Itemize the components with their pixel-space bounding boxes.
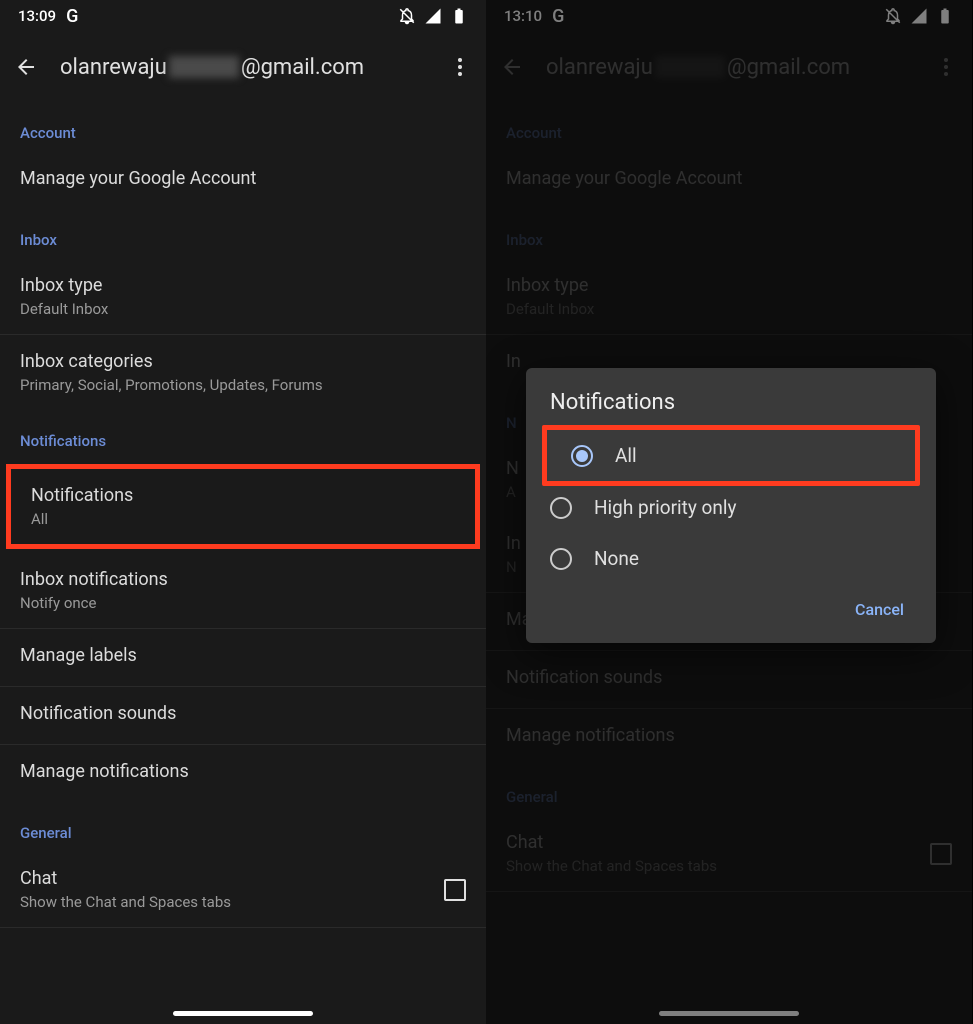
notifications-subtitle: All	[31, 510, 455, 528]
radio-icon[interactable]	[550, 497, 572, 519]
manage-account-label: Manage your Google Account	[20, 168, 466, 189]
inbox-notif-subtitle: Notify once	[20, 594, 466, 612]
clock: 13:09	[18, 7, 56, 25]
email-suffix: @gmail.com	[241, 55, 364, 80]
app-header: olanrewaju @gmail.com	[0, 32, 486, 102]
section-inbox: Inbox	[0, 209, 486, 259]
radio-option-high[interactable]: High priority only	[526, 482, 936, 533]
radio-option-none[interactable]: None	[526, 533, 936, 584]
notifications-item[interactable]: Notifications All	[11, 469, 475, 544]
manage-labels-item[interactable]: Manage labels	[0, 629, 486, 687]
notification-sounds-item[interactable]: Notification sounds	[0, 687, 486, 745]
radio-label-all: All	[615, 444, 637, 467]
radio-icon[interactable]	[550, 548, 572, 570]
screen-right: 13:10 G olanrewaju @gmail.com Account Ma…	[486, 0, 972, 1024]
battery-icon	[450, 7, 468, 25]
inbox-notifications-item[interactable]: Inbox notifications Notify once	[0, 553, 486, 629]
radio-label-none: None	[594, 547, 639, 570]
nav-bar[interactable]	[173, 1011, 313, 1016]
screen-left: 13:09 G olanrewaju @gmail.com Account Ma…	[0, 0, 486, 1024]
inbox-notif-title: Inbox notifications	[20, 569, 466, 590]
page-title: olanrewaju @gmail.com	[60, 55, 426, 80]
radio-label-high: High priority only	[594, 496, 737, 519]
chat-title: Chat	[20, 868, 231, 889]
inbox-type-title: Inbox type	[20, 275, 466, 296]
signal-icon	[424, 7, 442, 25]
inbox-categories-subtitle: Primary, Social, Promotions, Updates, Fo…	[20, 376, 466, 394]
highlight-box: All	[542, 425, 920, 486]
back-arrow-icon[interactable]	[14, 55, 38, 79]
highlight-box: Notifications All	[6, 464, 480, 549]
google-g-icon: G	[66, 6, 78, 27]
chat-subtitle: Show the Chat and Spaces tabs	[20, 893, 231, 911]
section-general: General	[0, 802, 486, 852]
notification-sounds-label: Notification sounds	[20, 703, 466, 724]
chat-item[interactable]: Chat Show the Chat and Spaces tabs	[0, 852, 486, 928]
email-prefix: olanrewaju	[60, 55, 167, 80]
inbox-categories-item[interactable]: Inbox categories Primary, Social, Promot…	[0, 335, 486, 410]
section-account: Account	[0, 102, 486, 152]
redacted-text	[169, 56, 239, 78]
manage-notifications-item[interactable]: Manage notifications	[0, 745, 486, 802]
manage-account-item[interactable]: Manage your Google Account	[0, 152, 486, 209]
dnd-icon	[398, 7, 416, 25]
cancel-button[interactable]: Cancel	[845, 594, 914, 625]
notifications-dialog: Notifications All High priority only Non…	[526, 368, 936, 643]
inbox-type-item[interactable]: Inbox type Default Inbox	[0, 259, 486, 335]
manage-notif-label: Manage notifications	[20, 761, 466, 782]
inbox-type-subtitle: Default Inbox	[20, 300, 466, 318]
chat-checkbox[interactable]	[444, 879, 466, 901]
status-icons	[398, 7, 468, 25]
inbox-categories-title: Inbox categories	[20, 351, 466, 372]
radio-option-all[interactable]: All	[547, 430, 915, 481]
overflow-menu-icon[interactable]	[448, 55, 472, 79]
section-notifications: Notifications	[0, 410, 486, 460]
status-bar: 13:09 G	[0, 0, 486, 32]
notifications-title: Notifications	[31, 485, 455, 506]
radio-icon[interactable]	[571, 445, 593, 467]
manage-labels-label: Manage labels	[20, 645, 466, 666]
dialog-title: Notifications	[526, 390, 936, 423]
